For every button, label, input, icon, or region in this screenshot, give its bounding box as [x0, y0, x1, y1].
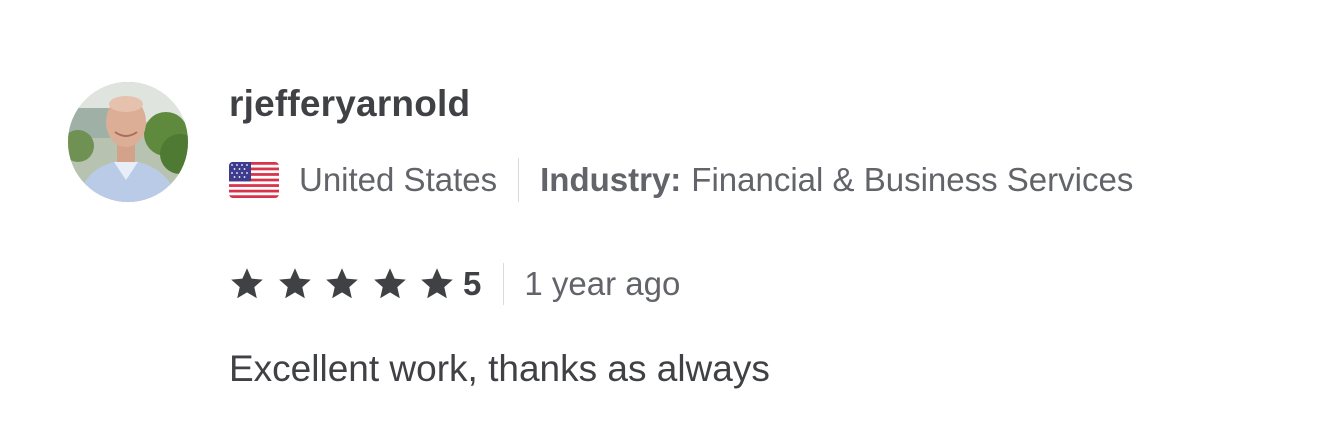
us-flag-icon — [229, 162, 279, 198]
star-icon — [278, 268, 311, 299]
star-icon — [231, 268, 263, 299]
industry-value: Financial & Business Services — [691, 161, 1134, 198]
rating-row: 5 1 year ago — [229, 262, 680, 306]
reviewer-meta: United States Industry: Financial & Busi… — [229, 158, 1133, 202]
star-icon — [326, 268, 358, 299]
divider — [518, 158, 520, 202]
avatar[interactable] — [68, 82, 188, 202]
review-time: 1 year ago — [524, 265, 681, 302]
rating-score: 5 — [463, 265, 482, 302]
review-card: rjefferyarnold United States Industry: F… — [0, 0, 1326, 428]
divider — [503, 263, 505, 305]
avatar-photo — [68, 82, 188, 202]
star-icon — [421, 268, 453, 299]
star-icon — [373, 268, 406, 299]
country-name: United States — [299, 161, 498, 198]
industry-label: Industry: — [540, 161, 682, 198]
star-rating — [229, 266, 463, 302]
review-text: Excellent work, thanks as always — [229, 348, 770, 389]
username[interactable]: rjefferyarnold — [229, 82, 470, 126]
